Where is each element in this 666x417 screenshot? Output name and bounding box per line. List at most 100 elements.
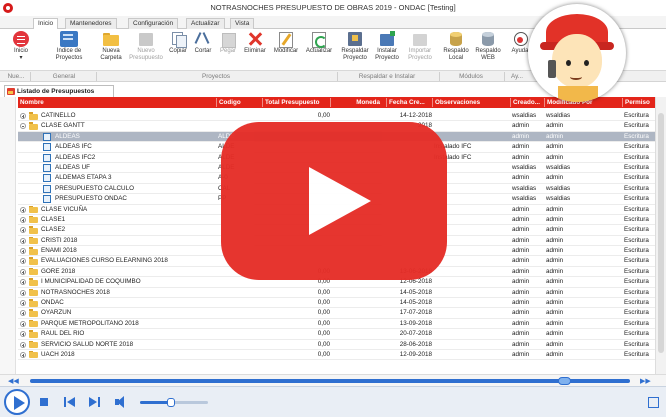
- tab-mantenedores[interactable]: Mantenedores: [65, 18, 117, 29]
- column-header-codigo[interactable]: Codigo: [216, 98, 262, 107]
- modificar-button[interactable]: Modificar: [271, 31, 301, 55]
- actualizar-button[interactable]: Actualizar: [303, 31, 335, 55]
- nueva-carpeta-button[interactable]: Nueva Carpeta: [97, 31, 125, 62]
- column-header-permiso[interactable]: Permiso: [622, 98, 655, 107]
- volume-knob[interactable]: [166, 398, 175, 407]
- expand-icon[interactable]: [20, 206, 26, 213]
- cell-nombre: OYARZUN: [41, 309, 72, 317]
- ribbon-label: Importar: [408, 48, 432, 54]
- expand-icon[interactable]: [20, 227, 26, 234]
- expand-icon[interactable]: [20, 248, 26, 255]
- copiar-button[interactable]: Copiar: [167, 31, 189, 55]
- tab-actualizar[interactable]: Actualizar: [186, 18, 225, 29]
- group-label: Proyectos: [202, 73, 230, 80]
- table-row[interactable]: SERVICIO SALUD NORTE 2018 0,00 28-06-2018 a…: [18, 340, 655, 350]
- expand-icon[interactable]: [20, 331, 26, 338]
- expand-icon[interactable]: [20, 279, 26, 286]
- tab-configuracion[interactable]: Configuración: [128, 18, 179, 29]
- cell-permiso: Escritura: [624, 330, 649, 338]
- expand-icon[interactable]: [20, 289, 26, 296]
- expand-icon[interactable]: [20, 258, 26, 265]
- column-header-fecha[interactable]: Fecha Cre...: [386, 98, 432, 107]
- column-header-total[interactable]: Total Presupuesto: [262, 98, 330, 107]
- avatar-eye: [566, 60, 571, 66]
- respaldo-web-button[interactable]: Respaldo WEB: [474, 31, 502, 62]
- folder-icon: [29, 288, 38, 297]
- eliminar-button[interactable]: Eliminar: [242, 31, 268, 55]
- folder-icon: [29, 330, 38, 338]
- new-budget-icon: [137, 31, 155, 47]
- volume-icon[interactable]: [115, 395, 131, 409]
- cell-modificado: admin: [546, 330, 564, 338]
- cell-nombre: ENAMI 2018: [41, 247, 77, 255]
- ribbon-sublabel: Local: [448, 55, 464, 61]
- group-label: Ay...: [510, 73, 523, 80]
- expand-icon[interactable]: [20, 320, 26, 327]
- cell-fecha: 28-06-2018: [399, 340, 432, 348]
- next-button[interactable]: [89, 396, 101, 408]
- indice-proyectos-button[interactable]: Indice de Proyectos: [50, 31, 88, 62]
- expand-icon[interactable]: [20, 341, 26, 348]
- ribbon-label: Pegar: [219, 48, 236, 54]
- expand-icon[interactable]: [20, 113, 26, 119]
- cell-permiso: Escritura: [624, 267, 649, 275]
- cell-nombre: ALDEMAS ETAPA 3: [55, 174, 112, 182]
- seek-track[interactable]: [30, 379, 630, 383]
- table-row[interactable]: RAUL DEL RIO 0,00 20-07-2018 admin admin Escr…: [18, 329, 655, 340]
- cell-nombre: CRISTI 2018: [41, 236, 78, 244]
- vertical-scrollbar[interactable]: [655, 97, 666, 374]
- table-row[interactable]: PARQUE METROPOLITANO 2018 0,00 13-09-2018 a…: [18, 319, 655, 330]
- rewind-icon[interactable]: ◀◀: [8, 377, 19, 385]
- fast-forward-icon[interactable]: ▶▶: [640, 377, 651, 385]
- cortar-button[interactable]: Cortar: [192, 31, 214, 55]
- folder-icon: [29, 226, 38, 234]
- previous-button[interactable]: [64, 396, 76, 408]
- column-header-observaciones[interactable]: Observaciones: [432, 98, 510, 107]
- table-row[interactable]: OYARZUN 0,00 17-07-2018 admin admin Escritura: [18, 308, 655, 319]
- table-row[interactable]: CATINELLO 0,00 14-12-2018 wsaldias wsaldias E…: [18, 111, 655, 122]
- table-row[interactable]: NOTRASNOCHES 2018 0,00 14-05-2018 admin admi…: [18, 288, 655, 299]
- tab-vista[interactable]: Vista: [230, 18, 255, 29]
- seek-knob[interactable]: [558, 377, 571, 385]
- column-header-moneda[interactable]: Moneda: [330, 98, 386, 107]
- expand-icon[interactable]: [20, 237, 26, 244]
- ribbon-label: Nuevo: [137, 48, 155, 54]
- cell-creado: admin: [512, 205, 530, 213]
- collapse-icon[interactable]: [20, 123, 26, 130]
- expand-icon[interactable]: [20, 351, 26, 358]
- column-header-nombre[interactable]: Nombre: [18, 98, 216, 107]
- group-label: Nue...: [7, 73, 25, 80]
- table-row[interactable]: ONDAC 0,00 14-05-2018 admin admin Escritura: [18, 298, 655, 309]
- table-row[interactable]: UACH 2018 0,00 12-09-2018 admin admin Escritu…: [18, 350, 655, 361]
- listado-presupuestos-tab[interactable]: Listado de Presupuestos: [4, 85, 114, 97]
- cell-permiso: Escritura: [624, 299, 649, 307]
- pegar-button[interactable]: Pegar: [217, 31, 239, 55]
- vertical-scroll-thumb[interactable]: [658, 113, 664, 353]
- avatar-shirt: [558, 86, 598, 102]
- play-button[interactable]: [4, 389, 30, 415]
- expand-icon[interactable]: [20, 310, 26, 317]
- youtube-play-button[interactable]: [221, 122, 447, 280]
- group-divider: [30, 72, 31, 81]
- seek-bar[interactable]: ◀◀ ▶▶: [0, 374, 666, 386]
- expand-icon[interactable]: [20, 216, 26, 223]
- importar-proyecto-button[interactable]: Importar Proyecto: [404, 31, 436, 62]
- cell-modificado: wsaldias: [546, 112, 571, 119]
- expand-icon[interactable]: [20, 300, 26, 307]
- stop-button[interactable]: [40, 398, 48, 406]
- respaldar-proyecto-button[interactable]: Respaldar Proyecto: [339, 31, 371, 62]
- paste-icon: [219, 31, 237, 48]
- nuevo-presupuesto-button[interactable]: Nuevo Presupuesto: [128, 31, 164, 62]
- cell-total: 0,00: [317, 340, 330, 348]
- budget-document-icon: [43, 143, 51, 152]
- fullscreen-icon[interactable]: [648, 397, 659, 408]
- cell-fecha: 14-05-2018: [399, 299, 432, 307]
- volume-slider[interactable]: [140, 398, 208, 407]
- instalar-proyecto-button[interactable]: Instalar Proyecto: [373, 31, 401, 62]
- cell-nombre: ALDEAS IFC: [55, 143, 92, 151]
- respaldo-local-button[interactable]: Respaldo Local: [442, 31, 470, 62]
- column-header-creado[interactable]: Creado...: [510, 98, 544, 107]
- expand-icon[interactable]: [20, 268, 26, 275]
- inicio-menu-button[interactable]: Inicio ▾: [8, 31, 34, 62]
- cell-permiso: Escritura: [624, 226, 649, 234]
